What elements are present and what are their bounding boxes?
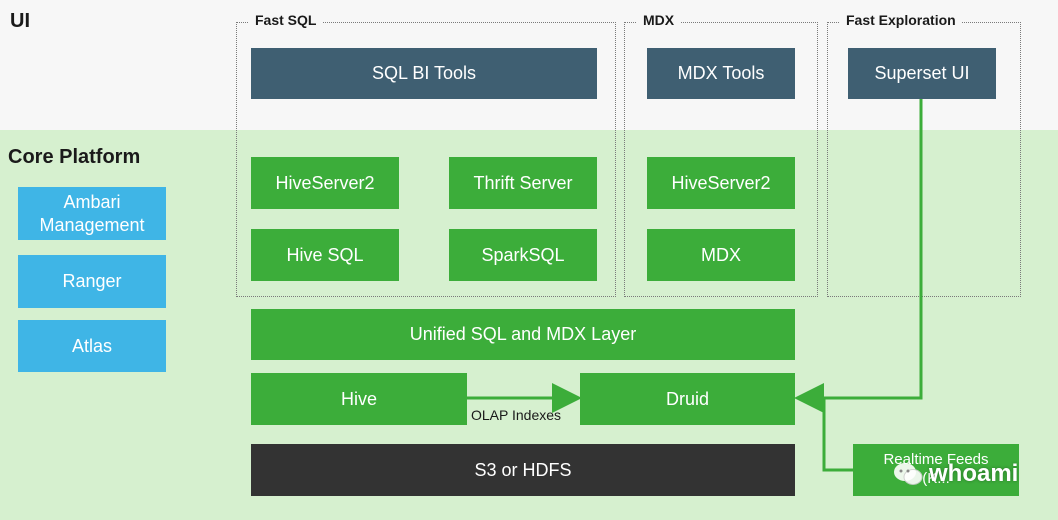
connector-arrows (467, 99, 923, 472)
superset-to-druid-arrow (794, 99, 923, 413)
chat-bubble-icon (894, 463, 923, 485)
watermark: whoami (893, 460, 1018, 488)
watermark-text: whoami (929, 460, 1019, 487)
realtime-to-druid-line (822, 398, 853, 472)
